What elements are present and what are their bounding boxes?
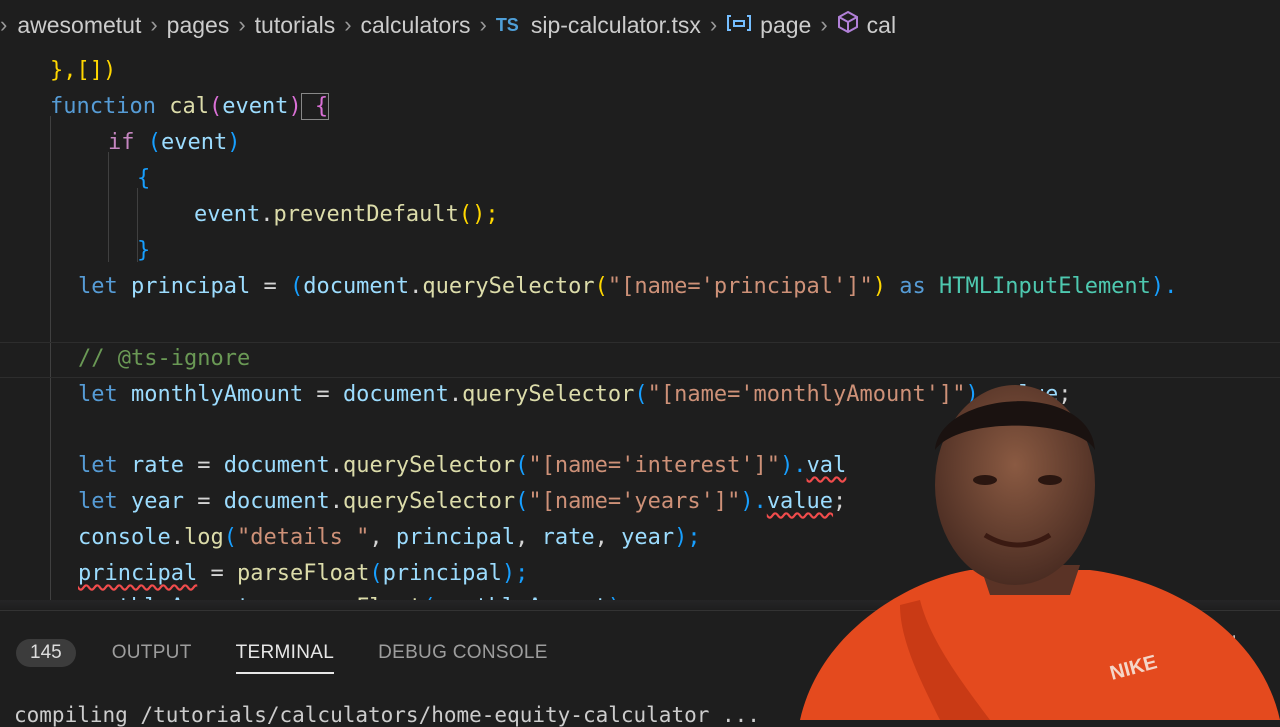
breadcrumb-symbol-page[interactable]: page (760, 12, 811, 39)
variable-symbol-icon (726, 12, 752, 39)
chevron-right-icon: › (479, 12, 487, 37)
code-line: console.log("details ", principal, rate,… (78, 525, 701, 550)
breadcrumb-file[interactable]: sip-calculator.tsx (531, 12, 701, 39)
code-line: event.preventDefault(); (194, 202, 499, 227)
indent-guide (108, 152, 109, 262)
panel-tabs: 145 OUTPUT TERMINAL DEBUG CONSOLE (0, 633, 592, 674)
code-line: let rate = document.querySelector("[name… (78, 453, 847, 478)
terminal-output-line: compiling /tutorials/calculators/home-eq… (14, 703, 760, 727)
tab-terminal[interactable]: TERMINAL (235, 636, 335, 674)
chevron-right-icon: › (709, 12, 718, 37)
code-line: principal = parseFloat(principal); (78, 561, 529, 586)
problems-count-badge[interactable]: 145 (16, 639, 76, 667)
typescript-file-icon: TS (495, 14, 519, 35)
code-line: { (137, 166, 151, 191)
code-line: if (event) (108, 130, 241, 155)
chevron-right-icon: › (238, 12, 246, 37)
code-line: // @ts-ignore (78, 346, 251, 371)
breadcrumb-item-calculators[interactable]: calculators (361, 12, 471, 39)
webcam-overlay: NIKE (790, 380, 1280, 720)
chevron-right-icon: › (0, 12, 8, 37)
breadcrumb-item-pages[interactable]: pages (167, 12, 230, 39)
code-line: } (137, 238, 151, 263)
breadcrumb-symbol-cal[interactable]: cal (867, 12, 896, 39)
chevron-right-icon: › (150, 12, 158, 37)
tab-debug-console[interactable]: DEBUG CONSOLE (378, 636, 548, 670)
chevron-right-icon: › (820, 12, 828, 37)
code-line: let year = document.querySelector("[name… (78, 489, 847, 514)
breadcrumb: › awesometut › pages › tutorials › calcu… (0, 0, 1280, 50)
breadcrumb-item-tutorials[interactable]: tutorials (255, 12, 336, 39)
breadcrumb-item-awesometut[interactable]: awesometut (17, 12, 141, 39)
chevron-right-icon: › (344, 12, 352, 37)
code-line: let principal = (document.querySelector(… (78, 274, 1178, 299)
tab-output[interactable]: OUTPUT (112, 636, 192, 670)
method-cube-icon (837, 10, 859, 40)
code-line: },[]) (50, 58, 117, 83)
code-line: function cal(event) { (50, 93, 330, 120)
presenter-image: NIKE (800, 385, 1280, 720)
